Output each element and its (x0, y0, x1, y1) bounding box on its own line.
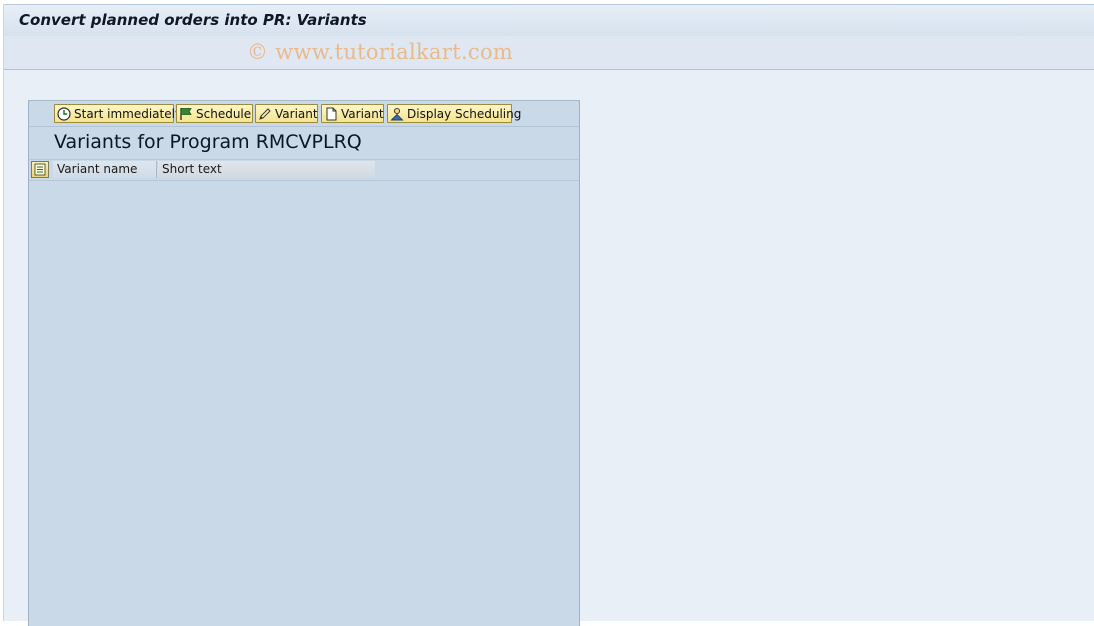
select-all-rows-button[interactable] (31, 161, 49, 178)
page-title: Variants for Program RMCVPLRQ (54, 131, 362, 153)
create-variant-label: Variant (341, 106, 384, 121)
schedule-button[interactable]: Schedule (176, 104, 253, 123)
clock-run-icon (57, 106, 71, 121)
blank-page-icon (324, 107, 338, 121)
grid-select-icon (34, 163, 46, 176)
sap-window: Convert planned orders into PR: Variants… (3, 4, 1094, 626)
display-scheduling-label: Display Scheduling (407, 106, 522, 121)
column-header-short-text[interactable]: Short text (158, 161, 375, 178)
person-schedule-icon (390, 107, 404, 121)
variants-panel: Start immediately Schedule Variant Varia… (28, 100, 580, 626)
change-variant-button[interactable]: Variant (255, 104, 318, 123)
variant-toolbar: Start immediately Schedule Variant Varia… (29, 101, 579, 127)
start-immediately-button[interactable]: Start immediately (54, 104, 182, 123)
application-toolbar-area: © www.tutorialkart.com (4, 36, 1094, 70)
variant-table-header: Variant name Short text (29, 159, 579, 181)
title-bar: Convert planned orders into PR: Variants (4, 4, 1094, 37)
display-scheduling-button[interactable]: Display Scheduling (387, 104, 521, 123)
change-variant-label: Variant (275, 106, 318, 121)
window-title: Convert planned orders into PR: Variants (19, 11, 367, 29)
pencil-edit-icon (258, 107, 272, 121)
schedule-label: Schedule (196, 106, 252, 121)
column-header-variant-name[interactable]: Variant name (53, 161, 157, 178)
flag-schedule-icon (179, 107, 193, 121)
start-immediately-label: Start immediately (74, 106, 183, 121)
create-variant-button[interactable]: Variant (321, 104, 384, 123)
watermark-text: © www.tutorialkart.com (247, 40, 514, 64)
